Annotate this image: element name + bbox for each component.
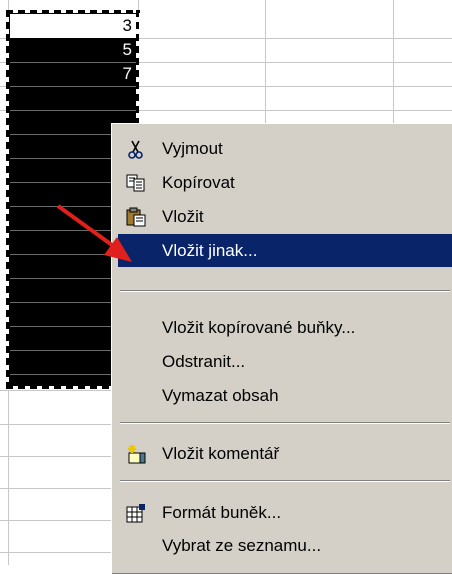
menu-item-label: Vložit kopírované buňky... <box>162 318 356 337</box>
menu-separator <box>120 480 450 482</box>
format-cells-icon <box>126 504 145 523</box>
copy-marquee <box>6 10 9 390</box>
menu-item-label: Odstranit... <box>162 352 246 371</box>
menu-item-label: Vyjmout <box>162 139 223 158</box>
menu-item-clear-contents[interactable]: Vymazat obsah <box>118 379 452 412</box>
menu-item-paste-special[interactable]: Vložit jinak... <box>118 234 452 267</box>
clipboard-paste-icon <box>126 207 146 227</box>
cell-value[interactable]: 3 <box>10 14 132 38</box>
menu-item-label: Vložit komentář <box>162 444 280 463</box>
menu-item-insert-comment[interactable]: Vložit komentář <box>118 437 452 470</box>
new-comment-icon <box>128 445 146 464</box>
cell-value[interactable]: 5 <box>10 38 132 62</box>
scissors-icon <box>128 140 143 159</box>
copy-icon <box>126 174 145 192</box>
copy-marquee <box>6 10 140 13</box>
menu-item-label: Vybrat ze seznamu... <box>162 536 322 555</box>
row-border <box>10 110 136 111</box>
menu-item-copy[interactable]: Kopírovat <box>118 166 452 199</box>
menu-separator <box>120 422 450 424</box>
menu-item-delete[interactable]: Odstranit... <box>118 345 452 378</box>
menu-item-cut[interactable]: Vyjmout <box>118 132 452 165</box>
menu-item-insert-copied-cells[interactable]: Vložit kopírované buňky... <box>118 311 452 344</box>
menu-item-label: Kopírovat <box>162 173 235 192</box>
menu-item-format-cells[interactable]: Formát buněk... <box>118 496 452 529</box>
menu-item-pick-from-list[interactable]: Vybrat ze seznamu... <box>118 529 452 562</box>
menu-item-label: Vložit jinak... <box>162 241 258 260</box>
cell-value[interactable]: 7 <box>10 62 132 86</box>
menu-item-paste[interactable]: Vložit <box>118 200 452 233</box>
menu-item-label: Vložit <box>162 207 204 226</box>
menu-item-label: Formát buněk... <box>162 503 282 522</box>
menu-item-label: Vymazat obsah <box>162 386 279 405</box>
menu-separator <box>120 290 450 292</box>
row-border <box>10 86 136 87</box>
context-menu: Vyjmout Kopírovat Vložit Vložit jinak...… <box>111 123 452 574</box>
